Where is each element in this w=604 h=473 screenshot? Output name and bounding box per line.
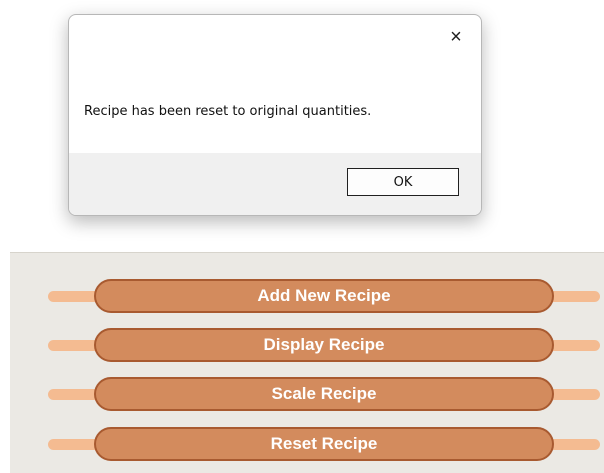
dialog-footer: OK — [69, 153, 481, 215]
display-recipe-button[interactable]: Display Recipe — [48, 327, 600, 363]
menu-panel: Add New Recipe Display Recipe Scale Reci… — [10, 252, 604, 473]
rolling-pin-handle-left — [48, 291, 100, 302]
add-new-recipe-button[interactable]: Add New Recipe — [48, 278, 600, 314]
rolling-pin-handle-left — [48, 389, 100, 400]
reset-recipe-label[interactable]: Reset Recipe — [94, 427, 554, 461]
rolling-pin-handle-left — [48, 340, 100, 351]
rolling-pin-handle-right — [548, 340, 600, 351]
add-new-recipe-label[interactable]: Add New Recipe — [94, 279, 554, 313]
scale-recipe-button[interactable]: Scale Recipe — [48, 376, 600, 412]
ok-button[interactable]: OK — [347, 168, 459, 196]
ok-button-label: OK — [393, 174, 413, 190]
dialog-message: Recipe has been reset to original quanti… — [84, 104, 372, 119]
display-recipe-label[interactable]: Display Recipe — [94, 328, 554, 362]
rolling-pin-handle-right — [548, 291, 600, 302]
message-dialog: × Recipe has been reset to original quan… — [68, 14, 482, 216]
rolling-pin-handle-right — [548, 439, 600, 450]
rolling-pin-handle-right — [548, 389, 600, 400]
close-icon[interactable]: × — [443, 24, 469, 50]
rolling-pin-handle-left — [48, 439, 100, 450]
scale-recipe-label[interactable]: Scale Recipe — [94, 377, 554, 411]
reset-recipe-button[interactable]: Reset Recipe — [48, 426, 600, 462]
